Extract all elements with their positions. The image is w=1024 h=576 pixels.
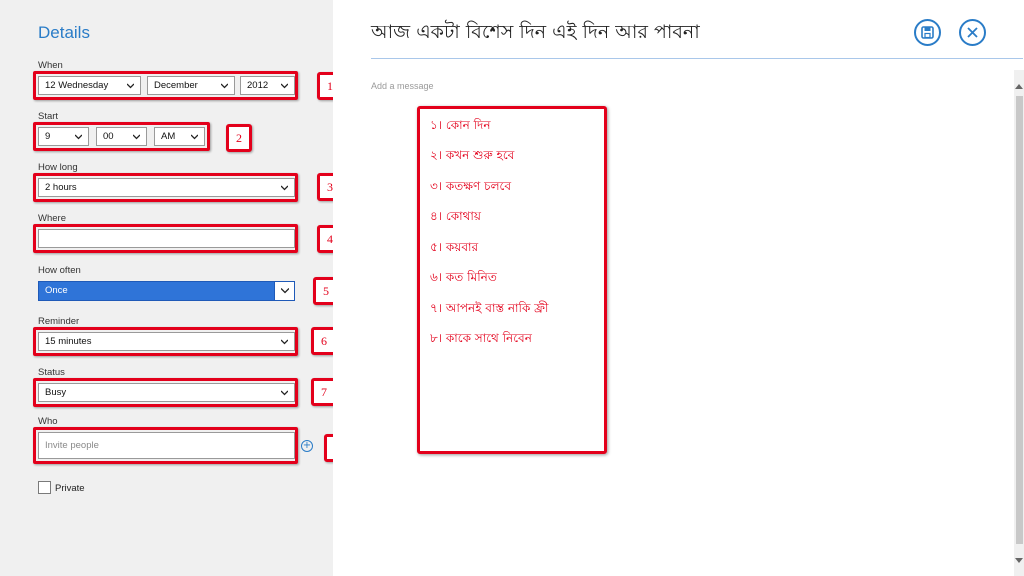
note-line: ২। কখন শুরু হবে <box>430 148 515 162</box>
chevron-down-icon <box>221 82 228 89</box>
chevron-down-icon <box>281 389 288 396</box>
reminder-select[interactable]: 15 minutes <box>38 332 295 351</box>
reminder-label: Reminder <box>38 316 80 327</box>
how-often-label: How often <box>38 265 81 276</box>
how-long-select[interactable]: 2 hours <box>38 178 295 197</box>
note-line: ৩। কতক্ষণ চলবে <box>430 179 512 193</box>
message-placeholder[interactable]: Add a message <box>371 81 434 91</box>
note-line: ১। কোন দিন <box>430 118 491 132</box>
scroll-down-arrow-icon[interactable] <box>1015 558 1023 563</box>
save-icon <box>921 26 934 39</box>
how-long-value: 2 hours <box>45 182 77 193</box>
details-pane: Details When 12 Wednesday December 2012 … <box>0 0 350 576</box>
plus-circle-icon[interactable]: + <box>301 440 313 452</box>
start-minute-value: 00 <box>103 131 114 142</box>
start-hour-select[interactable]: 9 <box>38 127 89 146</box>
close-button[interactable] <box>959 19 986 46</box>
scrollbar-thumb[interactable] <box>1016 96 1023 544</box>
chevron-down-icon <box>75 133 82 140</box>
status-value: Busy <box>45 387 67 398</box>
status-select[interactable]: Busy <box>38 383 295 402</box>
where-input[interactable] <box>38 229 295 248</box>
title-underline <box>371 58 1023 59</box>
start-label: Start <box>38 111 59 122</box>
marker-2: 2 <box>226 124 252 152</box>
when-year-value: 2012 <box>247 80 269 91</box>
when-day-value: 12 Wednesday <box>45 80 109 91</box>
start-ampm-select[interactable]: AM <box>154 127 205 146</box>
scroll-up-arrow-icon[interactable] <box>1015 84 1023 89</box>
note-line: ৫। কয়বার <box>430 240 479 254</box>
chevron-down-icon <box>281 338 288 345</box>
reminder-value: 15 minutes <box>45 336 92 347</box>
chevron-down-icon <box>191 133 198 140</box>
chevron-down-icon <box>281 82 288 89</box>
notes-box: ১। কোন দিন ২। কখন শুরু হবে ৩। কতক্ষণ চলব… <box>417 106 607 454</box>
save-button[interactable] <box>914 19 941 46</box>
details-title: Details <box>38 23 90 42</box>
chevron-down-icon <box>133 133 140 140</box>
when-month-value: December <box>154 80 198 91</box>
when-day-select[interactable]: 12 Wednesday <box>38 76 141 95</box>
start-minute-select[interactable]: 00 <box>96 127 147 146</box>
chevron-down-icon <box>281 184 288 191</box>
event-title[interactable]: আজ একটা বিশেস দিন এই দিন আর পাবনা <box>371 18 700 50</box>
chevron-down-icon <box>274 282 294 300</box>
note-line: ৭। আপনই বাস্ত নাকি ফ্রী <box>430 301 549 315</box>
how-often-select[interactable]: Once <box>38 281 295 301</box>
private-checkbox[interactable] <box>38 481 51 494</box>
how-often-value: Once <box>45 285 68 296</box>
how-long-label: How long <box>38 162 78 173</box>
note-line: ৬। কত মিনিত <box>430 270 497 284</box>
invite-people-input[interactable]: Invite people <box>38 432 295 459</box>
start-hour-value: 9 <box>45 131 51 142</box>
status-label: Status <box>38 367 65 378</box>
note-line: ৪। কোথায় <box>430 209 481 223</box>
when-year-select[interactable]: 2012 <box>240 76 295 95</box>
where-label: Where <box>38 213 66 224</box>
start-ampm-value: AM <box>161 131 176 142</box>
close-icon <box>967 27 978 38</box>
when-label: When <box>38 60 63 71</box>
private-label: Private <box>55 483 85 494</box>
when-month-select[interactable]: December <box>147 76 235 95</box>
who-label: Who <box>38 416 58 427</box>
chevron-down-icon <box>127 82 134 89</box>
note-line: ৮। কাকে সাথে নিবেন <box>430 331 532 345</box>
